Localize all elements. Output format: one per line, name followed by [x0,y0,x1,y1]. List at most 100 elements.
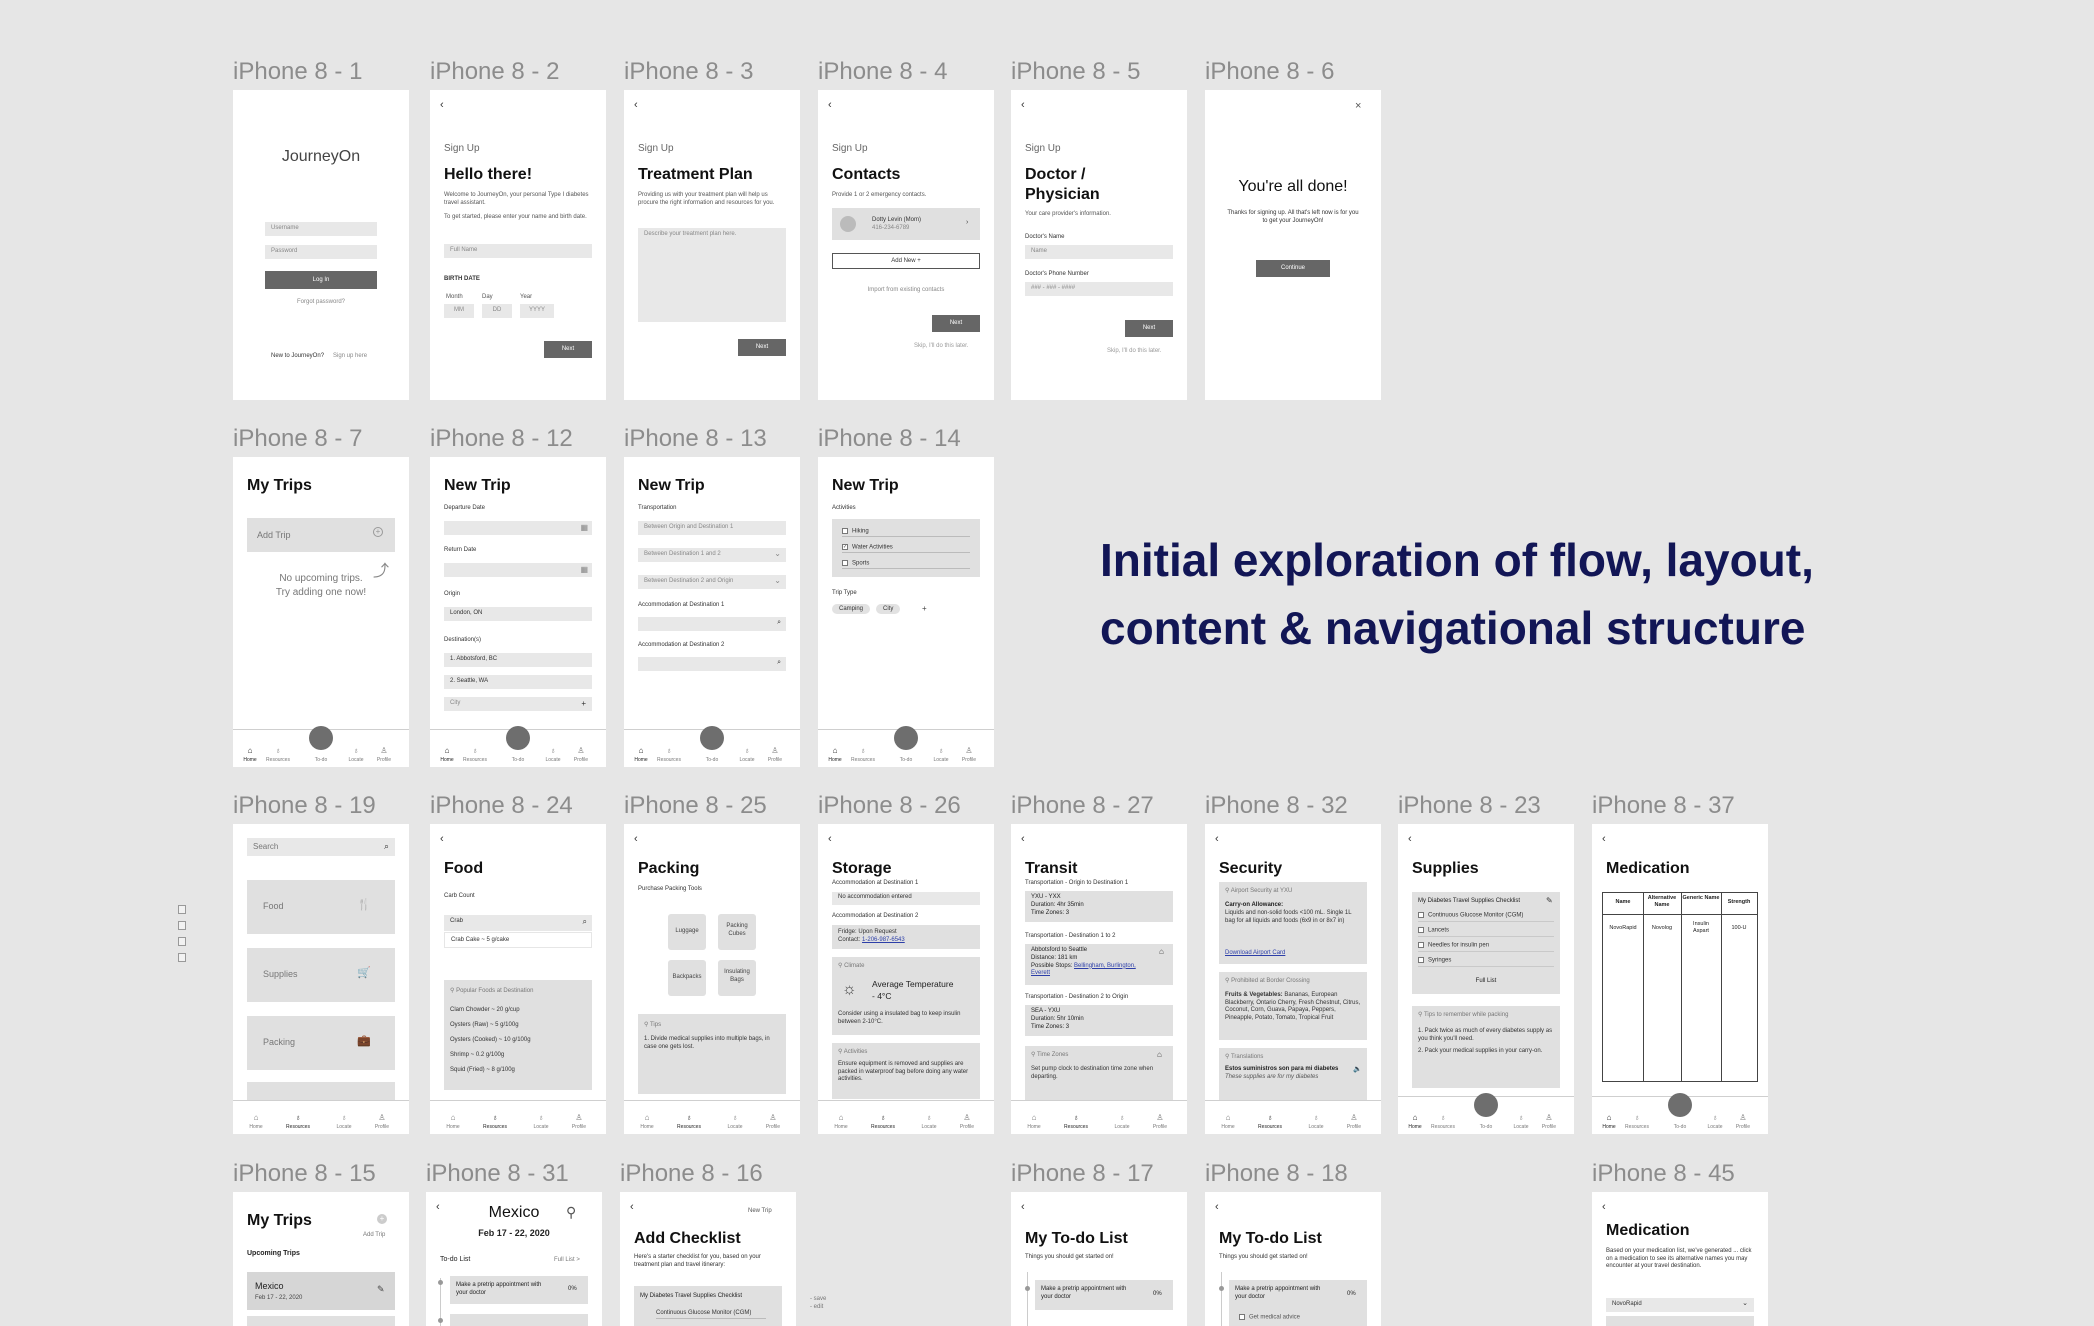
nav-locate[interactable]: ♁ Locate [720,1113,750,1130]
back-icon[interactable]: ‹ [1021,99,1025,111]
search-input[interactable]: Search ⌕ [247,838,395,856]
segment-3-card[interactable]: SEA - YXU Duration: 5hr 10min Time Zones: … [1025,1005,1173,1036]
nav-home[interactable]: ⌂ Home [1400,1113,1430,1130]
year-input[interactable]: YYYY [520,304,554,318]
transport-select-1[interactable]: Between Origin and Destination 1 [638,521,786,535]
activity-water[interactable]: ✓ Water Activities [842,544,970,554]
skip-link[interactable]: Skip, I'll do this later. [1107,348,1162,356]
doctor-name-input[interactable]: Name [1025,245,1173,259]
nav-home[interactable]: ⌂ Home [1594,1113,1624,1130]
back-icon[interactable]: ‹ [440,833,444,845]
back-icon[interactable]: ‹ [1215,1201,1219,1213]
month-input[interactable]: MM [444,304,474,318]
chip-camping[interactable]: Camping [832,604,871,614]
trip-card-partial[interactable] [247,1316,395,1326]
download-airport-card-link[interactable]: Download Airport Card [1225,950,1285,958]
nav-home[interactable]: ⌂ Home [1019,1113,1049,1130]
day-input[interactable]: DD [482,304,512,318]
table-cell[interactable]: NovoRapid [1603,925,1643,931]
todo-item-expanded[interactable]: Make a pretrip appointment with your doc… [1229,1280,1367,1326]
nav-profile[interactable]: ♙ Profile [367,1113,397,1130]
forgot-password-link[interactable]: Forgot password? [233,299,409,307]
back-icon[interactable]: ‹ [630,1201,634,1213]
import-contacts-link[interactable]: Import from existing contacts [818,287,994,295]
next-button[interactable]: Next [738,339,786,356]
tool-backpacks[interactable]: Backpacks [668,960,706,996]
nav-resources[interactable]: ♁ Resources [1061,1113,1091,1130]
nav-profile[interactable]: ♙ Profile [954,746,984,763]
nav-resources[interactable]: ♁ Resources [1255,1113,1285,1130]
nav-locate[interactable]: ♁ Locate [538,746,568,763]
nav-todo[interactable]: To-do [306,746,336,763]
resource-card-food[interactable]: Food 🍴 [247,880,395,934]
nav-todo[interactable]: To-do [1471,1113,1501,1130]
nav-locate[interactable]: ♁ Locate [1506,1113,1536,1130]
checkbox[interactable] [842,528,848,534]
phone-link[interactable]: 1-206-987-6543 [862,937,905,943]
nav-resources[interactable]: ♁ Resources [674,1113,704,1130]
nav-profile[interactable]: ♙ Profile [1534,1113,1564,1130]
tool-packing-cubes[interactable]: Packing Cubes [718,914,756,950]
nav-home[interactable]: ⌂ Home [820,746,850,763]
nav-resources[interactable]: ♁ Resources [868,1113,898,1130]
trip-card[interactable]: Mexico Feb 17 - 22, 2020 ✎ [247,1272,395,1310]
city-input[interactable]: City + [444,697,592,711]
full-list-link[interactable]: Full List [1412,978,1560,986]
resource-card-packing[interactable]: Packing 💼 [247,1016,395,1070]
next-button[interactable]: Next [544,341,592,358]
checkbox[interactable] [842,560,848,566]
nav-locate[interactable]: ♁ Locate [1700,1113,1730,1130]
todo-item[interactable]: Make a pretrip appointment with your doc… [450,1276,588,1304]
nav-todo[interactable]: To-do [697,746,727,763]
back-icon[interactable]: ‹ [634,833,638,845]
add-circle-icon[interactable]: + [377,1214,387,1224]
nav-profile[interactable]: ♙ Profile [564,1113,594,1130]
new-trip-link[interactable]: New Trip [748,1208,772,1216]
supply-item[interactable]: Needles for insulin pen [1418,942,1554,953]
nav-locate[interactable]: ♁ Locate [1301,1113,1331,1130]
nav-home[interactable]: ⌂ Home [826,1113,856,1130]
nav-locate[interactable]: ♁ Locate [914,1113,944,1130]
resource-card-partial[interactable] [247,1082,395,1102]
back-icon[interactable]: ‹ [828,99,832,111]
full-name-input[interactable]: Full Name [444,244,592,258]
nav-resources[interactable]: ♁ Resources [654,746,684,763]
return-date-input[interactable]: ▦ [444,563,592,577]
medication-row-partial[interactable] [1606,1316,1754,1326]
signup-link[interactable]: Sign up here [333,353,367,361]
segment-2-card[interactable]: Abbotsford to Seattle Distance: 181 km Pos… [1025,944,1173,985]
nav-resources[interactable]: ♁ Resources [1622,1113,1652,1130]
tool-insulating-bags[interactable]: Insulating Bags [718,960,756,996]
nav-profile[interactable]: ♙ Profile [1145,1113,1175,1130]
todo-item-partial[interactable] [450,1314,588,1326]
checkbox-checked[interactable]: ✓ [842,544,848,550]
accommodation-2-input[interactable]: ⌕ [638,657,786,671]
treatment-plan-textarea[interactable]: Describe your treatment plan here. [638,228,786,322]
subtask-item[interactable]: Get medical advice [1239,1314,1300,1322]
supply-item[interactable]: Syringes [1418,957,1554,968]
nav-home[interactable]: ⌂ Home [235,746,265,763]
accommodation-1-input[interactable]: ⌕ [638,617,786,631]
supply-item[interactable]: Lancets [1418,927,1554,938]
next-button[interactable]: Next [932,315,980,332]
departure-date-input[interactable]: ▦ [444,521,592,535]
back-icon[interactable]: ‹ [634,99,638,111]
nav-todo[interactable]: To-do [503,746,533,763]
back-icon[interactable]: ‹ [440,99,444,111]
nav-locate[interactable]: ♁ Locate [341,746,371,763]
edit-pencil-icon[interactable]: ✎ [1546,896,1553,905]
nav-profile[interactable]: ♙ Profile [369,746,399,763]
add-trip-link[interactable]: Add Trip [363,1232,385,1240]
transport-select-3[interactable]: Between Destination 2 and Origin ⌄ [638,575,786,589]
destination-2-input[interactable]: 2. Seattle, WA [444,675,592,689]
skip-link[interactable]: Skip, I'll do this later. [914,343,969,351]
nav-locate[interactable]: ♁ Locate [732,746,762,763]
nav-profile[interactable]: ♙ Profile [1728,1113,1758,1130]
segment-1-card[interactable]: YXU - YXX Duration: 4hr 35min Time Zones: … [1025,891,1173,922]
map-pin-icon[interactable]: ⚲ [566,1204,576,1221]
username-input[interactable]: Username [265,222,377,236]
close-icon[interactable]: × [1355,100,1361,112]
supply-item[interactable]: Continuous Glucose Monitor (CGM) [1418,912,1554,923]
nav-home[interactable]: ⌂ Home [438,1113,468,1130]
nav-home[interactable]: ⌂ Home [1213,1113,1243,1130]
